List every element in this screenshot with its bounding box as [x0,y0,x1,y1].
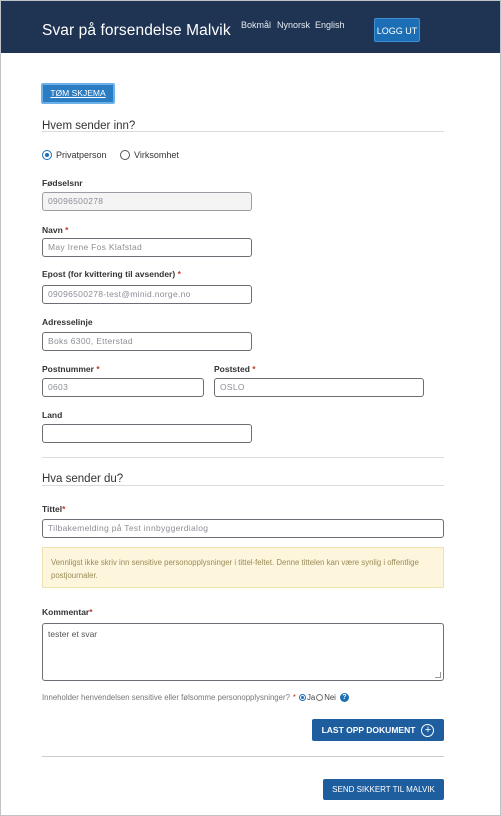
content-section-heading: Hva sender du? [42,473,124,485]
poststed-label: Poststed * [214,364,256,374]
radio-privatperson[interactable]: Privatperson [42,150,107,160]
footer-divider [42,756,444,757]
land-field[interactable] [42,424,252,443]
land-label: Land [42,410,63,420]
sender-section-divider [42,131,444,132]
clear-form-button[interactable]: TØM SKJEMA [41,83,115,104]
tittel-info-message: Vennligst ikke skriv inn sensitive perso… [42,547,444,588]
radio-unselected-icon[interactable] [316,694,324,701]
kommentar-text: tester et svar [48,629,98,639]
postnummer-field[interactable]: 0603 [42,378,204,397]
postnummer-label: Postnummer * [42,364,100,374]
page-title: Svar på forsendelse Malvik [42,22,231,39]
fodselsnr-label: Fødselsnr [42,178,83,188]
send-securely-button[interactable]: SEND SIKKERT TIL MALVIK [323,779,444,800]
section-separator [42,457,444,458]
upload-document-button[interactable]: LAST OPP DOKUMENT + [312,719,444,741]
kommentar-textarea[interactable]: tester et svar [42,623,444,681]
radio-virksomhet[interactable]: Virksomhet [120,150,179,160]
radio-virksomhet-label: Virksomhet [134,150,179,160]
plus-circle-icon: + [421,723,435,737]
sensitive-question: Inneholder henvendelsen sensitive eller … [42,693,349,702]
help-icon[interactable]: ? [339,693,349,702]
poststed-field[interactable]: OSLO [214,378,424,397]
radio-unselected-icon[interactable] [120,150,130,160]
tittel-field[interactable]: Tilbakemelding på Test innbyggerdialog [42,519,444,538]
language-link-nynorsk[interactable]: Nynorsk [277,20,310,30]
radio-selected-icon[interactable] [298,694,306,701]
fodselsnr-field[interactable]: 09096500278 [42,192,252,211]
app-header: Svar på forsendelse Malvik Bokmål Nynors… [1,1,500,53]
radio-nei-label: Nei [324,693,336,702]
radio-sensitive-nei[interactable]: Nei [316,693,336,702]
adresselinje-label: Adresselinje [42,317,93,327]
language-link-bokmal[interactable]: Bokmål [241,20,271,30]
epost-field[interactable]: 09096500278-test@minid.norge.no [42,285,252,304]
sensitive-required-marker: * [292,693,296,702]
radio-ja-label: Ja [306,693,316,702]
resize-handle-icon[interactable] [435,672,441,678]
language-link-english[interactable]: English [315,20,345,30]
radio-privatperson-label: Privatperson [56,150,107,160]
adresselinje-field[interactable]: Boks 6300, Etterstad [42,332,252,351]
sensitive-question-text: Inneholder henvendelsen sensitive eller … [42,693,290,702]
epost-label: Epost (for kvittering til avsender) * [42,269,181,279]
upload-document-label: LAST OPP DOKUMENT [321,725,416,735]
logout-button[interactable]: LOGG UT [374,18,420,42]
content-section-divider [42,485,444,486]
navn-label: Navn * [42,225,69,235]
radio-sensitive-ja[interactable]: Ja [298,693,316,702]
navn-field[interactable]: May Irene Fos Klafstad [42,238,252,257]
radio-selected-icon[interactable] [42,150,52,160]
kommentar-label: Kommentar* [42,607,93,617]
tittel-label: Tittel* [42,504,66,514]
